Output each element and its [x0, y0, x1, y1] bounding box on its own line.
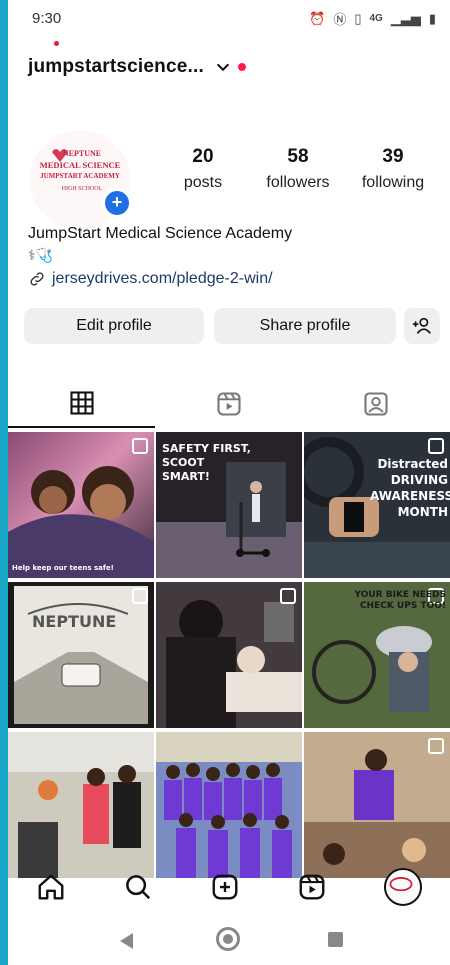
share-profile-button[interactable]: Share profile [214, 308, 396, 344]
carousel-icon [132, 588, 148, 604]
stat-posts[interactable]: 20 posts [178, 146, 228, 192]
add-user-icon [412, 317, 431, 334]
post-caption: SAFETY FIRST, SCOOT SMART! [162, 442, 251, 483]
post-tile[interactable]: SAFETY FIRST, SCOOT SMART! [156, 432, 302, 578]
bio-emoji: ⚕🩺 [28, 247, 54, 263]
stat-following[interactable]: 39 following [354, 146, 432, 192]
recent-apps-icon[interactable] [328, 932, 343, 947]
post-tile[interactable]: Help keep our teens safe! [8, 432, 154, 578]
add-story-icon[interactable]: + [102, 188, 132, 218]
alarm-icon: ⏰ [309, 10, 326, 26]
svg-text:MEDICAL SCIENCE: MEDICAL SCIENCE [40, 160, 121, 170]
post-image [156, 582, 302, 728]
link-icon [30, 272, 44, 286]
tagged-icon [363, 392, 388, 416]
post-caption: YOUR BIKE NEEDS CHECK UPS TOO! [354, 590, 446, 611]
post-tile[interactable]: YOUR BIKE NEEDS CHECK UPS TOO! [304, 582, 450, 728]
nfc-icon: Ⓝ [333, 12, 347, 27]
reels-badge-icon [428, 738, 444, 754]
post-tile[interactable] [156, 732, 302, 878]
grid-icon [69, 391, 94, 415]
profile-link[interactable]: jerseydrives.com/pledge-2-win/ [28, 270, 273, 288]
post-image [8, 466, 154, 578]
post-caption: Distracted DRIVING AWARENESS MONTH [370, 457, 450, 519]
signal-icon: ▁▃▅ [390, 10, 421, 26]
tab-grid[interactable] [8, 380, 155, 428]
posts-count: 20 [192, 146, 214, 167]
followers-label: followers [266, 174, 330, 191]
post-image [156, 732, 302, 878]
post-tile[interactable] [8, 732, 154, 878]
network-badge: 4G [369, 13, 383, 24]
chevron-down-icon[interactable] [214, 58, 232, 76]
reels-nav-icon[interactable] [297, 872, 327, 902]
home-active-dot [54, 41, 59, 46]
carousel-icon [280, 588, 296, 604]
post-image [304, 732, 450, 878]
reels-icon [216, 392, 241, 416]
posts-label: posts [183, 174, 223, 191]
post-tile[interactable] [304, 732, 450, 878]
post-caption: Help keep our teens safe! [12, 564, 114, 572]
carousel-icon [428, 438, 444, 454]
username[interactable]: jumpstartscience... [28, 56, 204, 78]
back-icon[interactable] [120, 933, 133, 949]
followers-count: 58 [287, 146, 309, 167]
post-caption: NEPTUNE [32, 612, 117, 631]
svg-text:HIGH SCHOOL: HIGH SCHOOL [62, 186, 103, 192]
content-tabs [8, 380, 450, 428]
following-count: 39 [382, 146, 404, 167]
tab-reels[interactable] [155, 380, 302, 428]
status-bar: 9:30 ⏰ Ⓝ ▯ 4G ▁▃▅ ▮ [8, 0, 450, 34]
system-navigation-bar [8, 915, 450, 965]
profile-header[interactable]: jumpstartscience... [28, 52, 246, 82]
post-tile[interactable] [156, 582, 302, 728]
profile-link-text[interactable]: jerseydrives.com/pledge-2-win/ [52, 270, 273, 288]
tab-tagged[interactable] [302, 380, 449, 428]
battery-icon: ▮ [428, 10, 436, 26]
post-tile[interactable]: Distracted DRIVING AWARENESS MONTH [304, 432, 450, 578]
create-post-icon[interactable] [210, 872, 240, 902]
carousel-icon [132, 438, 148, 454]
status-time: 9:30 [32, 10, 62, 27]
profile-nav-avatar[interactable] [383, 868, 422, 906]
phone-screen: 9:30 ⏰ Ⓝ ▯ 4G ▁▃▅ ▮ jumpstartscience... … [8, 0, 450, 965]
profile-mini-logo [389, 877, 413, 892]
svg-text:JUMPSTART ACADEMY: JUMPSTART ACADEMY [40, 172, 120, 180]
post-tile[interactable]: NEPTUNE [8, 582, 154, 728]
home-icon[interactable] [36, 872, 66, 902]
post-image [14, 586, 148, 724]
post-image [8, 732, 154, 878]
search-icon[interactable] [123, 872, 153, 902]
profile-full-name: JumpStart Medical Science Academy [28, 225, 293, 242]
notification-dot [237, 63, 246, 71]
following-label: following [361, 174, 425, 191]
vibrate-icon: ▯ [354, 10, 362, 26]
svg-text:NEPTUNE: NEPTUNE [63, 149, 101, 158]
home-button-icon[interactable] [216, 927, 240, 951]
bottom-navigation [8, 860, 450, 914]
stat-followers[interactable]: 58 followers [258, 146, 338, 192]
status-icons: ⏰ Ⓝ ▯ 4G ▁▃▅ ▮ [309, 9, 436, 28]
edit-profile-button[interactable]: Edit profile [24, 308, 204, 344]
discover-people-button[interactable] [404, 308, 440, 344]
